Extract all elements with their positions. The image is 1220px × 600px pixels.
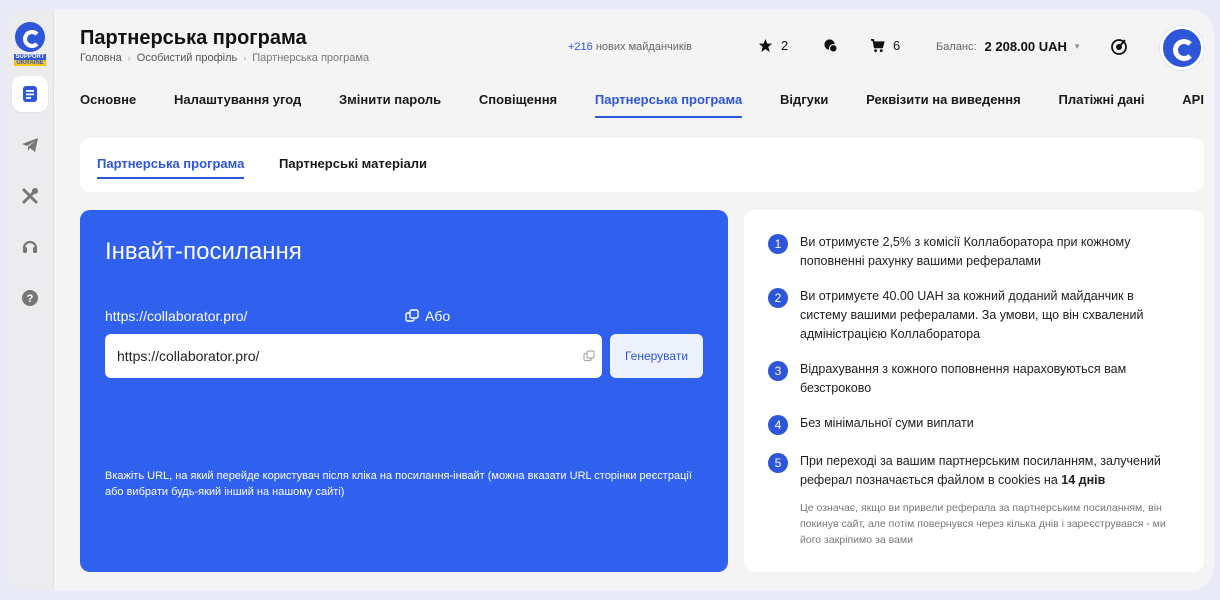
item-text: Відрахування з кожного поповнення нарахо… bbox=[800, 362, 1127, 395]
invite-hint: Вкажіть URL, на який перейде користувач … bbox=[105, 470, 692, 498]
subtabs-panel: Партнерська програма Партнерські матеріа… bbox=[80, 138, 1204, 192]
balance-label: Баланс: bbox=[936, 40, 977, 53]
item-number: 2 bbox=[768, 288, 788, 308]
breadcrumb-separator: › bbox=[243, 53, 247, 63]
cart-count: 6 bbox=[893, 38, 901, 53]
headset-icon bbox=[22, 240, 38, 253]
tab-payment-data[interactable]: Платіжні дані bbox=[1058, 92, 1144, 118]
sidebar-item-tools[interactable] bbox=[12, 178, 48, 214]
tab-api[interactable]: API bbox=[1182, 92, 1204, 118]
sidebar: SUPPORT UKRAINE ? bbox=[6, 10, 54, 590]
page-title: Партнерська програма bbox=[80, 27, 307, 49]
new-sites-count: +216 bbox=[568, 41, 593, 53]
item-text: Ви отримуєте 2,5% з комісії Коллаборатор… bbox=[800, 235, 1131, 268]
item-text: Без мінімальної суми виплати bbox=[800, 416, 974, 430]
invite-link-row: https://collaborator.pro/ Або bbox=[105, 308, 450, 324]
profile-tabs: Основне Налаштування угод Змінити пароль… bbox=[80, 92, 1204, 118]
item-number: 4 bbox=[768, 415, 788, 435]
copy-icon[interactable] bbox=[405, 309, 419, 323]
logo-mark bbox=[15, 22, 45, 52]
breadcrumb-separator: › bbox=[127, 53, 131, 63]
tab-deal-settings[interactable]: Налаштування угод bbox=[174, 92, 301, 118]
telegram-icon bbox=[22, 138, 38, 152]
sidebar-item-support[interactable] bbox=[12, 229, 48, 265]
cookie-note: Це означає, якщо ви привели реферала за … bbox=[800, 502, 1166, 546]
logo-line2: UKRAINE bbox=[14, 60, 46, 66]
list-item: 4 Без мінімальної суми виплати bbox=[768, 415, 1178, 435]
chat-icon bbox=[824, 39, 838, 53]
copy-icon[interactable] bbox=[583, 350, 595, 362]
logo[interactable]: SUPPORT UKRAINE bbox=[14, 22, 46, 66]
subtab-partner-program[interactable]: Партнерська програма bbox=[97, 156, 245, 179]
document-icon bbox=[23, 86, 37, 102]
item-text: Ви отримуєте 40.00 UAH за кожний доданий… bbox=[800, 289, 1144, 341]
item-bold: 14 днів bbox=[1061, 473, 1106, 487]
sidebar-item-documents[interactable] bbox=[12, 76, 48, 112]
breadcrumb: Головна › Особистий профіль › Партнерськ… bbox=[80, 52, 369, 64]
avatar[interactable] bbox=[1160, 26, 1204, 70]
chevron-down-icon: ▾ bbox=[1074, 41, 1080, 51]
help-icon: ? bbox=[22, 290, 38, 306]
list-item: 3 Відрахування з кожного поповнення нара… bbox=[768, 361, 1178, 398]
new-sites-link[interactable]: +216 нових майданчиків bbox=[568, 41, 692, 53]
balance-value: 2 208.00 UAH bbox=[984, 39, 1067, 54]
breadcrumb-home[interactable]: Головна bbox=[80, 52, 122, 64]
balance-dropdown[interactable]: Баланс: 2 208.00 UAH ▾ bbox=[936, 39, 1079, 54]
or-label: Або bbox=[425, 308, 451, 324]
item-text: При переході за вашим партнерським посил… bbox=[800, 454, 1161, 487]
invite-card: Інвайт-посилання https://collaborator.pr… bbox=[80, 210, 728, 572]
breadcrumb-profile[interactable]: Особистий профіль bbox=[137, 52, 237, 64]
tab-partner-program[interactable]: Партнерська програма bbox=[594, 92, 743, 118]
favorites-count: 2 bbox=[781, 38, 789, 53]
new-sites-text: нових майданчиків bbox=[595, 41, 692, 53]
logo-ribbon: SUPPORT UKRAINE bbox=[14, 54, 46, 66]
app-frame: SUPPORT UKRAINE ? Партнерська програма Г… bbox=[6, 10, 1214, 590]
radar-icon[interactable] bbox=[1109, 37, 1129, 57]
list-item: 1 Ви отримуєте 2,5% з комісії Коллаборат… bbox=[768, 234, 1178, 271]
info-card: 1 Ви отримуєте 2,5% з комісії Коллаборат… bbox=[744, 210, 1204, 572]
tab-reviews[interactable]: Відгуки bbox=[780, 92, 828, 118]
list-item: 2 Ви отримуєте 40.00 UAH за кожний додан… bbox=[768, 288, 1178, 344]
invite-link[interactable]: https://collaborator.pro/ bbox=[105, 308, 405, 324]
breadcrumb-current: Партнерська програма bbox=[252, 52, 370, 64]
favorites-counter[interactable]: 2 bbox=[758, 38, 788, 53]
item-number: 1 bbox=[768, 234, 788, 254]
tab-change-password[interactable]: Змінити пароль bbox=[339, 92, 441, 118]
cart-counter[interactable]: 6 bbox=[870, 38, 900, 53]
tools-icon bbox=[22, 188, 38, 204]
tab-withdrawal-details[interactable]: Реквізити на виведення bbox=[866, 92, 1021, 118]
item-text-wrap: При переході за вашим партнерським посил… bbox=[800, 452, 1178, 490]
cart-icon bbox=[870, 39, 885, 53]
sidebar-item-telegram[interactable] bbox=[12, 127, 48, 163]
sidebar-item-help[interactable]: ? bbox=[12, 280, 48, 316]
generate-button[interactable]: Генерувати bbox=[610, 334, 703, 378]
item-number: 3 bbox=[768, 361, 788, 381]
invite-title: Інвайт-посилання bbox=[105, 238, 302, 265]
svg-text:?: ? bbox=[27, 293, 34, 305]
list-item: 5 При переході за вашим партнерським пос… bbox=[768, 453, 1178, 490]
tab-main[interactable]: Основне bbox=[80, 92, 136, 118]
star-icon bbox=[758, 38, 773, 53]
messages-counter[interactable] bbox=[823, 38, 838, 53]
target-url-input[interactable] bbox=[105, 334, 602, 378]
tab-notifications[interactable]: Сповіщення bbox=[479, 92, 557, 118]
item-number: 5 bbox=[768, 453, 788, 473]
subtab-partner-materials[interactable]: Партнерські матеріали bbox=[279, 156, 427, 177]
